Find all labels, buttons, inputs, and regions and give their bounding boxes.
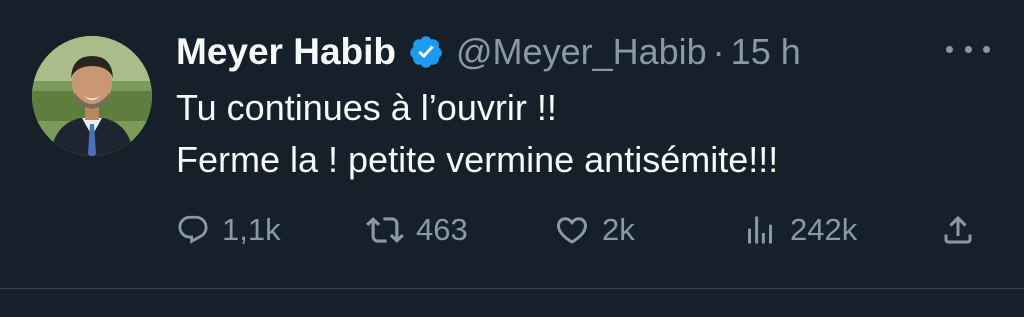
share-icon <box>940 212 976 248</box>
views-count: 242k <box>790 212 858 247</box>
divider <box>0 288 1024 289</box>
like-count: 2k <box>602 212 635 247</box>
more-dot <box>983 45 990 53</box>
like-button[interactable]: 2k <box>554 206 635 254</box>
tweet-header: Meyer Habib @Meyer_Habib · 15 h <box>176 24 801 80</box>
tweet-timestamp[interactable]: 15 h <box>731 31 801 73</box>
tweet-text: Tu continues à l’ouvrir !! Ferme la ! pe… <box>176 82 778 186</box>
tweet[interactable]: Meyer Habib @Meyer_Habib · 15 h Tu conti… <box>0 0 1024 288</box>
like-icon <box>554 212 590 248</box>
reply-count: 1,1k <box>222 212 281 247</box>
more-dot <box>946 45 953 53</box>
more-dot <box>964 45 972 53</box>
avatar[interactable] <box>32 36 152 156</box>
reply-button[interactable]: 1,1k <box>176 206 281 254</box>
repost-count: 463 <box>416 212 468 247</box>
repost-button[interactable]: 463 <box>366 206 468 254</box>
verified-badge-icon <box>408 34 444 70</box>
views-button[interactable]: 242k <box>742 206 857 254</box>
separator-dot: · <box>712 31 725 72</box>
views-icon <box>742 212 778 248</box>
author-handle[interactable]: @Meyer_Habib <box>456 31 707 73</box>
tweet-text-line: Tu continues à l’ouvrir !! <box>176 87 557 128</box>
reply-icon <box>176 213 210 247</box>
action-bar: 1,1k 463 2k 242k <box>176 206 992 254</box>
more-options-icon[interactable] <box>946 34 990 64</box>
repost-icon <box>366 211 404 249</box>
share-button[interactable] <box>940 206 976 254</box>
author-name[interactable]: Meyer Habib <box>176 31 396 73</box>
tweet-text-line: Ferme la ! petite vermine antisémite!!! <box>176 139 779 180</box>
